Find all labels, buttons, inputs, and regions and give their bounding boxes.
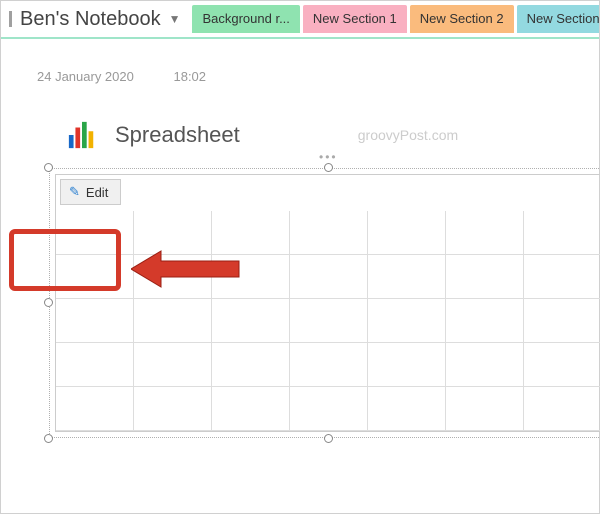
page-meta: 24 January 2020 18:02 (37, 69, 599, 84)
edit-button-label: Edit (86, 185, 108, 200)
spreadsheet-body[interactable]: ✎ Edit (55, 174, 600, 432)
section-tab[interactable]: New Section 2 (410, 5, 514, 33)
object-title: Spreadsheet (115, 122, 240, 148)
resize-handle[interactable] (324, 163, 333, 172)
section-tab[interactable]: New Section 1 (303, 5, 407, 33)
chart-icon (67, 120, 97, 150)
chevron-down-icon[interactable]: ▼ (169, 12, 181, 26)
resize-handle[interactable] (44, 298, 53, 307)
section-tab[interactable]: Background r... (192, 5, 299, 33)
notebook-header: Ben's Notebook ▼ Background r...New Sect… (1, 1, 599, 39)
resize-handle[interactable] (44, 163, 53, 172)
section-tab[interactable]: New Section 3 (517, 5, 599, 33)
spreadsheet-grid (56, 211, 600, 431)
watermark: groovyPost.com (358, 127, 458, 143)
ellipsis-icon[interactable]: ••• (319, 150, 338, 164)
pencil-icon: ✎ (69, 184, 80, 200)
resize-handle[interactable] (44, 434, 53, 443)
page-date: 24 January 2020 (37, 69, 134, 84)
page-time: 18:02 (173, 69, 206, 84)
resize-handle[interactable] (324, 434, 333, 443)
notebook-name[interactable]: Ben's Notebook (18, 8, 163, 31)
embedded-spreadsheet[interactable]: ••• ✎ Edit (49, 168, 600, 438)
notebook-icon (9, 11, 12, 27)
edit-button[interactable]: ✎ Edit (60, 179, 121, 205)
